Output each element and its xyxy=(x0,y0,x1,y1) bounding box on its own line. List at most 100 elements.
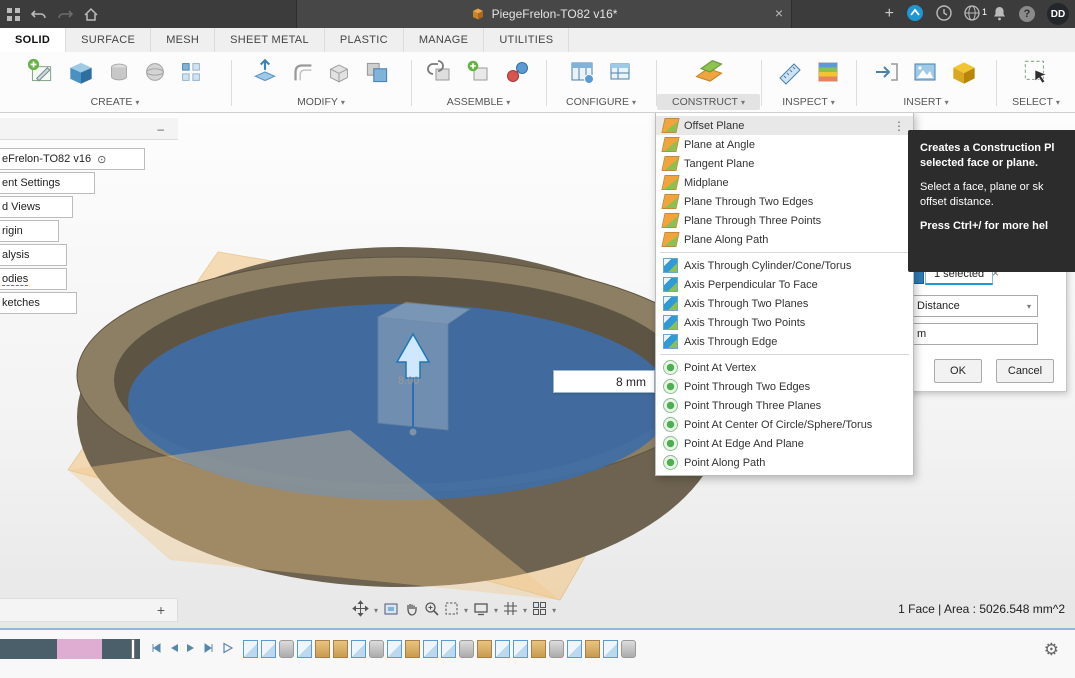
cancel-button[interactable]: Cancel xyxy=(996,359,1054,383)
menu-item-offset-plane[interactable]: Offset Plane⋮ xyxy=(656,116,913,135)
browser-item-document-settings[interactable]: ent Settings xyxy=(0,172,95,194)
browser-collapse-icon[interactable]: – xyxy=(157,122,164,136)
press-pull-icon[interactable] xyxy=(249,56,281,91)
chevron-down-icon[interactable]: ▾ xyxy=(494,606,498,615)
configure-feature-icon[interactable] xyxy=(605,57,635,90)
create-menu-button[interactable]: CREATE▾ xyxy=(0,94,230,110)
timeline-feature-icon[interactable] xyxy=(351,640,366,658)
zoom-window-icon[interactable] xyxy=(444,601,459,619)
construct-plane-icon[interactable] xyxy=(692,55,726,92)
go-to-start-icon[interactable] xyxy=(150,642,162,657)
menu-item-midplane[interactable]: Midplane xyxy=(656,173,913,192)
insert-mcmaster-icon[interactable] xyxy=(948,56,980,91)
combine-icon[interactable] xyxy=(361,56,393,91)
create-pattern-icon[interactable] xyxy=(177,58,205,89)
notifications-bell-icon[interactable] xyxy=(992,5,1007,24)
timeline-feature-icon[interactable] xyxy=(459,640,474,658)
tab-mesh[interactable]: MESH xyxy=(151,28,215,52)
timeline-feature-icon[interactable] xyxy=(369,640,384,658)
menu-item-plane-through-two-edges[interactable]: Plane Through Two Edges xyxy=(656,192,913,211)
analysis-icon[interactable] xyxy=(813,57,843,90)
construct-menu-button[interactable]: CONSTRUCT▾ xyxy=(657,94,760,110)
overflow-icon[interactable]: ⋮ xyxy=(891,119,907,133)
menu-item-plane-through-three-points[interactable]: Plane Through Three Points xyxy=(656,211,913,230)
select-tool-icon[interactable] xyxy=(1020,56,1052,91)
undo-icon[interactable] xyxy=(26,0,52,28)
timeline-feature-icon[interactable] xyxy=(441,640,456,658)
timeline-feature-icon[interactable] xyxy=(261,640,276,658)
menu-item-point-through-two-edges[interactable]: Point Through Two Edges xyxy=(656,377,913,396)
redo-icon[interactable] xyxy=(52,0,78,28)
menu-item-plane-along-path[interactable]: Plane Along Path xyxy=(656,230,913,249)
avatar[interactable]: DD xyxy=(1047,3,1069,25)
chevron-down-icon[interactable]: ▾ xyxy=(523,606,527,615)
menu-item-axis-through-cylinder[interactable]: Axis Through Cylinder/Cone/Torus xyxy=(656,256,913,275)
step-forward-icon[interactable] xyxy=(186,642,196,657)
timeline-feature-icon[interactable] xyxy=(495,640,510,658)
assemble-menu-button[interactable]: ASSEMBLE▾ xyxy=(412,94,545,110)
timeline-feature-icon[interactable] xyxy=(477,640,492,658)
timeline-feature-icon[interactable] xyxy=(567,640,582,658)
timeline-settings-gear-icon[interactable]: ⚙ xyxy=(1044,640,1059,660)
timeline-feature-icon[interactable] xyxy=(531,640,546,658)
timeline-feature-icon[interactable] xyxy=(333,640,348,658)
menu-item-plane-at-angle[interactable]: Plane at Angle xyxy=(656,135,913,154)
browser-item-document[interactable]: eFrelon-TO82 v16⊙ xyxy=(0,148,145,170)
create-cylinder-icon[interactable] xyxy=(105,58,133,89)
step-back-icon[interactable] xyxy=(169,642,179,657)
browser-item-named-views[interactable]: d Views xyxy=(0,196,73,218)
timeline-feature-icon[interactable] xyxy=(603,640,618,658)
timeline-feature-icon[interactable] xyxy=(621,640,636,658)
offset-distance-input[interactable]: 8 mm xyxy=(553,370,655,393)
shell-icon[interactable] xyxy=(325,58,353,89)
hand-icon[interactable] xyxy=(404,601,419,619)
inspect-menu-button[interactable]: INSPECT▾ xyxy=(762,94,855,110)
menu-item-point-at-vertex[interactable]: Point At Vertex xyxy=(656,358,913,377)
timeline-feature-icon[interactable] xyxy=(243,640,258,658)
new-document-icon[interactable]: + xyxy=(885,5,894,23)
fit-view-icon[interactable] xyxy=(383,602,399,619)
timeline-position-marker[interactable] xyxy=(131,639,135,659)
timeline-feature-icon[interactable] xyxy=(513,640,528,658)
joint-icon[interactable] xyxy=(502,57,532,90)
chevron-down-icon[interactable]: ▾ xyxy=(552,606,556,615)
insert-derive-icon[interactable] xyxy=(872,57,902,90)
go-to-end-icon[interactable] xyxy=(203,642,215,657)
component-link-icon[interactable] xyxy=(426,57,456,90)
menu-item-axis-through-edge[interactable]: Axis Through Edge xyxy=(656,332,913,351)
timeline-feature-icon[interactable] xyxy=(549,640,564,658)
insert-menu-button[interactable]: INSERT▾ xyxy=(857,94,995,110)
timeline-feature-icon[interactable] xyxy=(423,640,438,658)
menu-item-axis-through-two-points[interactable]: Axis Through Two Points xyxy=(656,313,913,332)
browser-item-bodies[interactable]: odies xyxy=(0,268,67,290)
create-sketch-icon[interactable] xyxy=(25,56,57,91)
tab-surface[interactable]: SURFACE xyxy=(66,28,151,52)
configuration-table-icon[interactable] xyxy=(567,57,597,90)
play-icon[interactable] xyxy=(222,642,233,657)
timeline-feature-icon[interactable] xyxy=(279,640,294,658)
browser-item-analysis[interactable]: alysis xyxy=(0,244,67,266)
modify-menu-button[interactable]: MODIFY▾ xyxy=(232,94,410,110)
timeline-feature-icon[interactable] xyxy=(297,640,312,658)
menu-item-point-at-edge-and-plane[interactable]: Point At Edge And Plane xyxy=(656,434,913,453)
tab-plastic[interactable]: PLASTIC xyxy=(325,28,404,52)
chevron-down-icon[interactable]: ▾ xyxy=(464,606,468,615)
timeline-feature-icon[interactable] xyxy=(387,640,402,658)
menu-item-point-through-three-planes[interactable]: Point Through Three Planes xyxy=(656,396,913,415)
online-status-icon[interactable]: 1 xyxy=(964,5,980,24)
app-grid-icon[interactable] xyxy=(0,0,26,28)
create-sphere-icon[interactable] xyxy=(141,58,169,89)
fillet-icon[interactable] xyxy=(289,58,317,89)
tab-manage[interactable]: MANAGE xyxy=(404,28,484,52)
distance-value-input[interactable]: m xyxy=(910,323,1038,345)
viewports-icon[interactable] xyxy=(532,601,547,619)
timeline-feature-icon[interactable] xyxy=(315,640,330,658)
document-tab[interactable]: PiegeFrelon-TO82 v16* × xyxy=(296,0,792,28)
browser-item-sketches[interactable]: ketches xyxy=(0,292,77,314)
chevron-down-icon[interactable]: ▾ xyxy=(374,606,378,615)
pan-icon[interactable] xyxy=(352,600,369,620)
tab-sheet-metal[interactable]: SHEET METAL xyxy=(215,28,325,52)
browser-add-icon[interactable]: + xyxy=(157,602,165,618)
timeline-feature-icon[interactable] xyxy=(585,640,600,658)
menu-item-point-along-path[interactable]: Point Along Path xyxy=(656,453,913,472)
